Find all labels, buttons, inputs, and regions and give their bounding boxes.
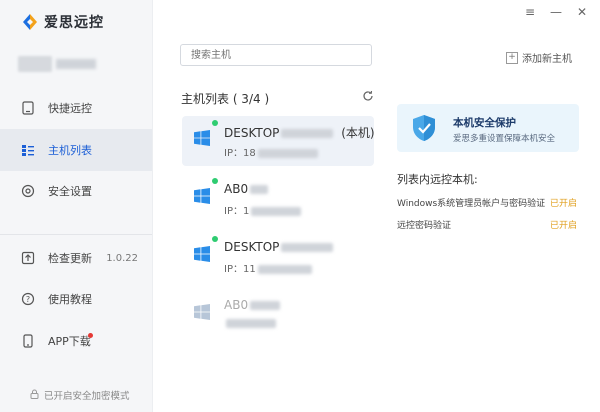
online-indicator bbox=[212, 236, 218, 242]
security-list-title: 列表内远控本机: bbox=[397, 173, 478, 186]
security-banner-title: 本机安全保护 bbox=[453, 117, 516, 129]
sidebar-item-host-list[interactable]: 主机列表 bbox=[0, 129, 152, 171]
phone-icon bbox=[20, 333, 36, 349]
windows-icon bbox=[194, 130, 210, 146]
sidebar-item-check-update[interactable]: 检查更新 1.0.22 bbox=[0, 237, 152, 279]
refresh-icon[interactable] bbox=[362, 90, 374, 106]
menu-button[interactable]: ≡ bbox=[524, 5, 536, 19]
windows-icon bbox=[194, 188, 210, 204]
security-row: Windows系统管理员帐户与密码验证 已开启 bbox=[397, 196, 579, 212]
add-host-button[interactable]: + 添加新主机 bbox=[506, 50, 572, 65]
shield-icon bbox=[411, 114, 437, 142]
monitor-icon bbox=[20, 100, 36, 116]
security-row-label: 远控密码验证 bbox=[397, 221, 452, 231]
close-button[interactable]: ✕ bbox=[576, 5, 588, 19]
encryption-status: 已开启安全加密模式 bbox=[30, 388, 130, 402]
gear-icon bbox=[20, 183, 36, 199]
security-row: 远控密码验证 已开启 bbox=[397, 218, 579, 234]
host-card[interactable]: DESKTOP (本机) IP：18 bbox=[182, 116, 375, 166]
search-input[interactable] bbox=[180, 44, 372, 66]
host-name: DESKTOP (本机) bbox=[224, 126, 375, 140]
user-name bbox=[56, 59, 96, 69]
plus-icon: + bbox=[506, 51, 518, 64]
status-badge: 已开启 bbox=[549, 221, 577, 231]
app-logo: 爱思远控 bbox=[22, 12, 104, 32]
version-label: 1.0.22 bbox=[106, 252, 138, 264]
host-list-title: 主机列表 ( 3/4 ) bbox=[181, 92, 270, 106]
sidebar-item-quick-remote[interactable]: 快捷远控 bbox=[0, 87, 152, 129]
host-name: AB0 bbox=[224, 182, 269, 196]
host-card[interactable]: DESKTOP IP：11 bbox=[182, 232, 374, 282]
avatar bbox=[18, 56, 52, 72]
sidebar-item-label: 快捷远控 bbox=[48, 102, 92, 115]
windows-icon bbox=[194, 304, 210, 320]
host-ip: IP：1 bbox=[224, 202, 302, 217]
online-indicator bbox=[212, 178, 218, 184]
sidebar-item-tutorial[interactable]: ? 使用教程 bbox=[0, 278, 152, 320]
encryption-label: 已开启安全加密模式 bbox=[44, 391, 130, 402]
host-ip bbox=[224, 318, 276, 329]
host-name: AB0 bbox=[224, 298, 281, 312]
host-name: DESKTOP bbox=[224, 240, 334, 254]
logo-icon bbox=[22, 13, 38, 31]
sidebar-item-label: 检查更新 bbox=[48, 252, 92, 265]
windows-icon bbox=[194, 246, 210, 262]
host-ip: IP：11 bbox=[224, 260, 312, 275]
sidebar-item-label: 安全设置 bbox=[48, 185, 92, 198]
help-icon: ? bbox=[20, 291, 36, 307]
sidebar-divider bbox=[0, 234, 152, 235]
sidebar-item-security[interactable]: 安全设置 bbox=[0, 170, 152, 212]
notification-dot bbox=[88, 333, 93, 338]
list-icon bbox=[20, 142, 36, 158]
sidebar-item-label: 使用教程 bbox=[48, 293, 92, 306]
sidebar-item-label: 主机列表 bbox=[48, 144, 92, 157]
host-ip: IP：18 bbox=[224, 144, 318, 159]
security-banner: 本机安全保护 爱思多重设置保障本机安全 bbox=[397, 104, 579, 152]
sidebar: 爱思远控 快捷远控 主机列表 安全设置 检查更新 1.0.22 ? 使用教程 A… bbox=[0, 0, 153, 412]
sidebar-item-label: APP下载 bbox=[48, 335, 91, 348]
svg-text:?: ? bbox=[26, 295, 30, 304]
host-card[interactable]: AB0 IP：1 bbox=[182, 174, 374, 224]
app-title: 爱思远控 bbox=[44, 15, 104, 31]
upload-icon bbox=[20, 250, 36, 266]
lock-icon bbox=[30, 389, 39, 402]
sidebar-item-app-download[interactable]: APP下载 bbox=[0, 320, 152, 362]
security-banner-subtitle: 爱思多重设置保障本机安全 bbox=[453, 134, 556, 144]
online-indicator bbox=[212, 120, 218, 126]
minimize-button[interactable]: — bbox=[550, 5, 562, 19]
user-profile[interactable] bbox=[18, 56, 96, 72]
host-card[interactable]: AB0 bbox=[182, 290, 374, 340]
status-badge: 已开启 bbox=[549, 199, 577, 209]
window-controls: ≡ — ✕ bbox=[524, 5, 588, 19]
security-row-label: Windows系统管理员帐户与密码验证 bbox=[397, 199, 546, 209]
add-host-label: 添加新主机 bbox=[522, 54, 572, 65]
